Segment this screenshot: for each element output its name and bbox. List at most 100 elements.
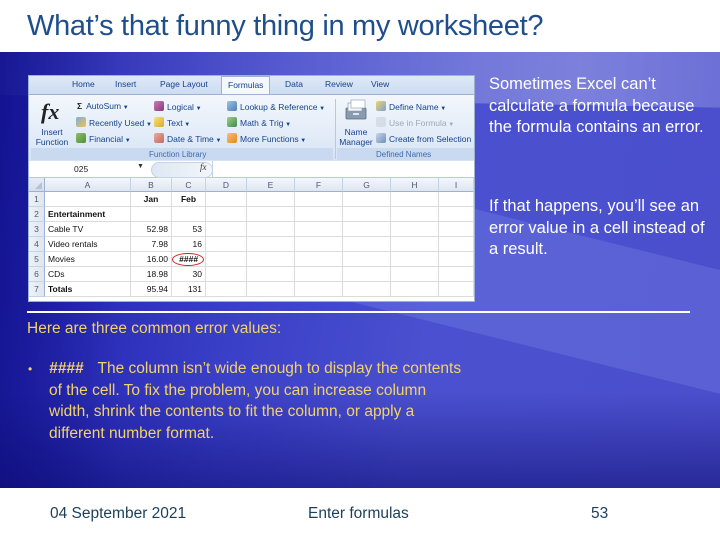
cell-e2[interactable]	[247, 207, 295, 222]
cell-e4[interactable]	[247, 237, 295, 252]
cell-i3[interactable]	[439, 222, 474, 237]
column-header-d[interactable]: D	[206, 178, 247, 192]
cell-d3[interactable]	[206, 222, 247, 237]
name-box[interactable]: 025 ▼	[29, 161, 149, 177]
cell-b2[interactable]	[131, 207, 172, 222]
cell-e3[interactable]	[247, 222, 295, 237]
cell-g1[interactable]	[343, 192, 391, 207]
cell-f1[interactable]	[295, 192, 343, 207]
cell-i4[interactable]	[439, 237, 474, 252]
tab-insert[interactable]: Insert	[115, 79, 136, 89]
cell-e5[interactable]	[247, 252, 295, 267]
cell-c3[interactable]: 53	[172, 222, 206, 237]
row-header[interactable]: 2	[29, 207, 45, 222]
column-header-e[interactable]: E	[247, 178, 295, 192]
cell-h7[interactable]	[391, 282, 439, 297]
cell-b3[interactable]: 52.98	[131, 222, 172, 237]
column-header-f[interactable]: F	[295, 178, 343, 192]
cell-d2[interactable]	[206, 207, 247, 222]
column-header-i[interactable]: I	[439, 178, 474, 192]
cell-f3[interactable]	[295, 222, 343, 237]
cell-g4[interactable]	[343, 237, 391, 252]
cell-a6[interactable]: CDs	[45, 267, 131, 282]
cell-b4[interactable]: 7.98	[131, 237, 172, 252]
cell-h5[interactable]	[391, 252, 439, 267]
cell-c2[interactable]	[172, 207, 206, 222]
cell-b1[interactable]: Jan	[131, 192, 172, 207]
cell-f4[interactable]	[295, 237, 343, 252]
cell-g6[interactable]	[343, 267, 391, 282]
cell-c6[interactable]: 30	[172, 267, 206, 282]
cell-a2[interactable]: Entertainment	[45, 207, 131, 222]
cell-f7[interactable]	[295, 282, 343, 297]
row-header[interactable]: 4	[29, 237, 45, 252]
recently-used-button[interactable]: Recently Used ▼	[76, 117, 152, 128]
create-from-selection-button[interactable]: Create from Selection	[376, 133, 471, 144]
cell-g3[interactable]	[343, 222, 391, 237]
column-header-h[interactable]: H	[391, 178, 439, 192]
date-time-button[interactable]: Date & Time ▼	[154, 133, 221, 144]
cell-a4[interactable]: Video rentals	[45, 237, 131, 252]
tab-home[interactable]: Home	[72, 79, 95, 89]
cell-f6[interactable]	[295, 267, 343, 282]
cell-c1[interactable]: Feb	[172, 192, 206, 207]
cell-a5[interactable]: Movies	[45, 252, 131, 267]
cell-e1[interactable]	[247, 192, 295, 207]
row-header[interactable]: 1	[29, 192, 45, 207]
row-header[interactable]: 6	[29, 267, 45, 282]
tab-view[interactable]: View	[371, 79, 389, 89]
cell-d5[interactable]	[206, 252, 247, 267]
tab-formulas[interactable]: Formulas	[221, 76, 271, 94]
cell-a1[interactable]	[45, 192, 131, 207]
cell-b7[interactable]: 95.94	[131, 282, 172, 297]
more-functions-button[interactable]: More Functions ▼	[227, 133, 306, 144]
row-header[interactable]: 5	[29, 252, 45, 267]
cell-e6[interactable]	[247, 267, 295, 282]
define-name-button[interactable]: Define Name ▼	[376, 101, 446, 112]
lookup-reference-button[interactable]: Lookup & Reference ▼	[227, 101, 325, 112]
use-in-formula-button[interactable]: Use in Formula ▼	[376, 117, 454, 128]
row-header[interactable]: 3	[29, 222, 45, 237]
tab-data[interactable]: Data	[285, 79, 303, 89]
row-header[interactable]: 7	[29, 282, 45, 297]
tab-page-layout[interactable]: Page Layout	[160, 79, 208, 89]
insert-function-fx-icon[interactable]: fx	[200, 162, 207, 172]
cell-i7[interactable]	[439, 282, 474, 297]
autosum-button[interactable]: Σ AutoSum ▼	[77, 101, 129, 111]
cell-a7[interactable]: Totals	[45, 282, 131, 297]
cell-b5[interactable]: 16.00	[131, 252, 172, 267]
tab-review[interactable]: Review	[325, 79, 353, 89]
cell-e7[interactable]	[247, 282, 295, 297]
cell-i1[interactable]	[439, 192, 474, 207]
column-header-g[interactable]: G	[343, 178, 391, 192]
cell-c7[interactable]: 131	[172, 282, 206, 297]
cell-d1[interactable]	[206, 192, 247, 207]
cell-i6[interactable]	[439, 267, 474, 282]
cell-h3[interactable]	[391, 222, 439, 237]
logical-button[interactable]: Logical ▼	[154, 101, 202, 112]
cell-g7[interactable]	[343, 282, 391, 297]
cell-b6[interactable]: 18.98	[131, 267, 172, 282]
financial-button[interactable]: Financial ▼	[76, 133, 131, 144]
column-header-c[interactable]: C	[172, 178, 206, 192]
column-header-b[interactable]: B	[131, 178, 172, 192]
cell-h4[interactable]	[391, 237, 439, 252]
cell-d6[interactable]	[206, 267, 247, 282]
text-button[interactable]: Text ▼	[154, 117, 190, 128]
chevron-down-icon[interactable]: ▼	[137, 163, 144, 170]
math-trig-button[interactable]: Math & Trig ▼	[227, 117, 291, 128]
cell-h6[interactable]	[391, 267, 439, 282]
cell-h2[interactable]	[391, 207, 439, 222]
cell-f2[interactable]	[295, 207, 343, 222]
cell-i2[interactable]	[439, 207, 474, 222]
name-manager-button[interactable]: Name Manager	[337, 127, 375, 147]
cell-f5[interactable]	[295, 252, 343, 267]
cell-c4[interactable]: 16	[172, 237, 206, 252]
cell-h1[interactable]	[391, 192, 439, 207]
cell-g5[interactable]	[343, 252, 391, 267]
column-header-a[interactable]: A	[45, 178, 131, 192]
cell-g2[interactable]	[343, 207, 391, 222]
select-all-corner[interactable]	[29, 178, 45, 192]
fx-icon[interactable]: fx	[41, 99, 59, 125]
cell-d4[interactable]	[206, 237, 247, 252]
